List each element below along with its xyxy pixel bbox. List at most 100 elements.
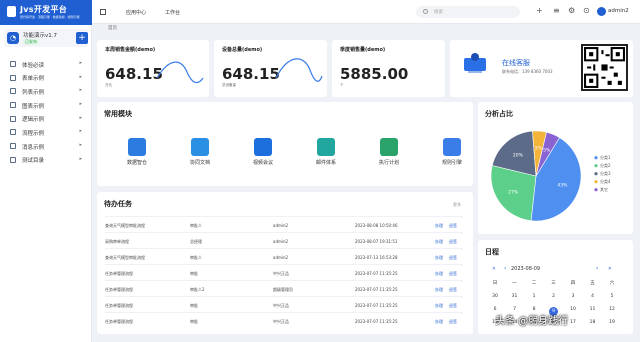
todo-more-link[interactable]: 更多 (453, 202, 461, 208)
task-time: 2023-07-07 11:35:25 (355, 287, 398, 292)
breadcrumb[interactable]: 首页 (108, 25, 117, 31)
calendar-day[interactable]: 31 (508, 294, 522, 299)
kpi-card-quarter: 季度销售量(demo) 5885.00 个 (332, 40, 445, 97)
table-row[interactable]: 任务单管理流程 审批 中兴正品 2023-07-07 11:35:25 办理 退签 (105, 312, 463, 328)
calendar-day[interactable]: 11 (586, 307, 600, 312)
next-year-button[interactable]: » (608, 265, 612, 272)
handle-button[interactable]: 办理 (435, 239, 443, 245)
tab-workbench[interactable]: 工作台 (165, 9, 180, 16)
kpi-unit: 万元 (105, 83, 112, 87)
return-button[interactable]: 退签 (449, 287, 457, 293)
sidebar-item[interactable]: 体验必读 ▸ (0, 57, 92, 71)
handle-button[interactable]: 办理 (435, 255, 443, 261)
return-button[interactable]: 退签 (449, 255, 457, 261)
calendar-month: 2023-08-09 (511, 266, 541, 272)
apps-grid-icon[interactable] (100, 9, 106, 15)
sidebar-item[interactable]: 表单示例 ▸ (0, 71, 92, 85)
app-switcher[interactable]: ◔ 功能演示v1.7 已发布 + (4, 29, 88, 47)
handle-button[interactable]: 办理 (435, 223, 443, 229)
sidebar-item-label: 表单示例 (22, 76, 45, 83)
sidebar-item[interactable]: 逻辑示例 ▸ (0, 112, 92, 126)
pie-data-label: 5% (543, 148, 551, 154)
handle-button[interactable]: 办理 (435, 287, 443, 293)
module-item[interactable]: 协同文档 (172, 138, 228, 166)
return-button[interactable]: 退签 (449, 239, 457, 245)
notification-icon[interactable]: ⊙ (583, 7, 590, 15)
table-row[interactable]: 查询天气模型审批流程 审批人 admin2 2023-08-08 10:50:46 办理… (105, 216, 463, 232)
sidebar-item[interactable]: 图表示例 ▸ (0, 98, 92, 112)
prev-month-button[interactable]: ‹ (504, 265, 506, 272)
module-item[interactable]: 规则引擎 (424, 138, 480, 166)
calendar-day[interactable]: 19 (605, 320, 619, 325)
sparkline (156, 61, 204, 84)
module-item[interactable]: 邮件体系 (298, 138, 354, 166)
legend-label[interactable]: 分类3 (600, 170, 611, 176)
module-icon (380, 138, 398, 156)
task-time: 2023-07-07 11:35:25 (355, 319, 398, 324)
task-time: 2023-07-07 11:35:25 (355, 271, 398, 276)
table-row[interactable]: 任务单管理流程 审批 中兴正品 2023-07-07 11:35:25 办理 退签 (105, 264, 463, 280)
prev-year-button[interactable]: « (492, 265, 496, 272)
handle-button[interactable]: 办理 (435, 271, 443, 277)
kpi-value: 5885.00 (340, 65, 409, 83)
calendar-day[interactable]: 1 (527, 294, 541, 299)
kpi-card-devices: 设备总量(demo) 648.15 总设备量 (214, 40, 327, 97)
calendar-day[interactable]: 18 (586, 320, 600, 325)
add-app-button[interactable]: + (76, 32, 88, 44)
chevron-right-icon: ▸ (79, 73, 82, 80)
module-item[interactable]: 视频会议 (235, 138, 291, 166)
handle-button[interactable]: 办理 (435, 319, 443, 325)
nav-item-icon (10, 88, 16, 95)
return-button[interactable]: 退签 (449, 271, 457, 277)
legend-swatch (594, 180, 598, 184)
handle-button[interactable]: 办理 (435, 303, 443, 309)
service-title[interactable]: 在线客服 (502, 58, 530, 68)
menu-icon[interactable]: ≡ (553, 7, 560, 15)
task-name: 任务单管理流程 (105, 271, 133, 276)
sidebar-item[interactable]: 列表示例 ▸ (0, 84, 92, 98)
return-button[interactable]: 退签 (449, 303, 457, 309)
calendar-day[interactable]: 4 (586, 294, 600, 299)
analysis-card: 分析占比 43% 27% 20% 5% 5% 分类1 分类2 分类3 分类4 其它 (478, 102, 633, 234)
weekday-label: 四 (570, 281, 576, 286)
table-row[interactable]: 任务单管理流程 审批 中兴正品 2023-07-07 11:35:25 办理 退签 (105, 296, 463, 312)
calendar-day[interactable]: 3 (566, 294, 580, 299)
module-item[interactable]: 执行计划 (361, 138, 417, 166)
calendar-day[interactable]: 12 (605, 307, 619, 312)
sidebar-item[interactable]: 消息示例 ▸ (0, 139, 92, 153)
gear-icon[interactable]: ⚙ (568, 7, 575, 15)
task-node: 总经理 (190, 239, 202, 244)
calendar-day[interactable]: 30 (488, 294, 502, 299)
table-row[interactable]: 任务单管理流程 审批人2 超级管理员 2023-07-07 11:35:25 办理 退签 (105, 280, 463, 296)
task-time: 2023-08-07 19:31:51 (355, 239, 398, 244)
avatar[interactable] (597, 7, 606, 16)
legend-label[interactable]: 分类2 (600, 162, 611, 168)
search-input[interactable]: 搜索 (416, 6, 520, 18)
module-label: 视频会议 (252, 160, 273, 166)
task-node: 审批 (190, 271, 198, 276)
module-item[interactable]: 数据智仓 (109, 138, 165, 166)
legend-label[interactable]: 分类4 (600, 178, 611, 184)
legend-label[interactable]: 其它 (600, 186, 608, 192)
table-row[interactable]: 查询天气模型审批流程 审批人 admin2 2023-07-13 16:53:28 办理… (105, 248, 463, 264)
next-month-button[interactable]: › (596, 265, 598, 272)
calendar-day[interactable]: 5 (605, 294, 619, 299)
tab-app-center[interactable]: 应用中心 (126, 9, 146, 16)
brand-logo[interactable]: Jvs开发平台 低代码开发 · 流程引擎 · 数据建模 · 规则引擎 (0, 0, 92, 25)
user-name[interactable]: admin2 (608, 8, 629, 14)
module-icon (128, 138, 146, 156)
task-user: 中兴正品 (273, 319, 289, 324)
sidebar-item[interactable]: 测试目录 ▸ (0, 153, 92, 167)
table-row[interactable]: 采购审单流程 总经理 admin2 2023-08-07 19:31:51 办理 退签 (105, 232, 463, 248)
nav-item-icon (10, 115, 16, 122)
module-label: 执行计划 (378, 160, 399, 166)
legend-label[interactable]: 分类1 (600, 154, 611, 160)
return-button[interactable]: 退签 (449, 223, 457, 229)
return-button[interactable]: 退签 (449, 319, 457, 325)
modules-card: 常用模块 数据智仓 协同文档 视频会议 邮件体系 执行计划 规则引擎 (97, 102, 473, 186)
calendar-day[interactable]: 2 (547, 294, 561, 299)
add-icon[interactable]: + (536, 7, 543, 15)
task-node: 审批 (190, 319, 198, 324)
sidebar-item[interactable]: 流程示例 ▸ (0, 125, 92, 139)
service-phone: 联系电话：139 8360 7003 (502, 69, 553, 74)
